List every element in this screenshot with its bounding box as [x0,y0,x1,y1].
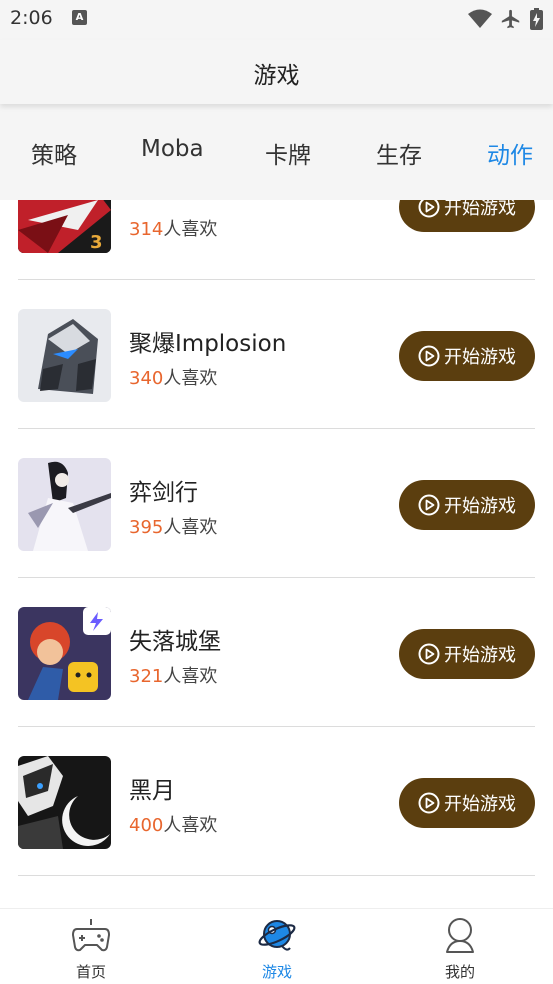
tab-action[interactable]: 动作 [487,136,533,170]
likes-suffix: 人喜欢 [163,219,218,240]
tab-cards[interactable]: 卡牌 [265,136,311,170]
profile-icon [446,918,474,953]
keyboard-notification-icon: A [72,10,87,25]
status-bar: 2:06 A [0,0,553,40]
gamepad-icon [72,919,110,952]
game-row: 失落城堡 321人喜欢 开始游戏 [0,578,553,727]
start-game-label: 开始游戏 [444,496,516,517]
start-game-button[interactable]: 开始游戏 [399,629,535,679]
play-circle-icon [418,200,440,218]
status-time: 2:06 [10,7,53,29]
game-thumbnail[interactable] [18,458,111,551]
game-likes: 314人喜欢 [129,215,217,241]
game-thumbnail[interactable] [18,756,111,849]
play-circle-icon [418,643,440,665]
bottom-nav: 首页 游戏 我的 [0,908,553,984]
game-name: 黑月 [129,778,175,804]
battery-charging-icon [530,8,543,30]
start-game-label: 开始游戏 [444,200,516,219]
row-divider [18,875,535,876]
play-circle-icon [418,792,440,814]
likes-suffix: 人喜欢 [163,815,218,836]
start-game-label: 开始游戏 [444,645,516,666]
nav-games-label: 游戏 [261,963,292,981]
likes-count: 400 [129,815,164,836]
start-game-label: 开始游戏 [444,794,516,815]
start-game-button[interactable]: 开始游戏 [399,480,535,530]
likes-suffix: 人喜欢 [163,517,218,538]
game-name: 弈剑行 [129,480,198,506]
game-name: 聚爆Implosion [129,331,287,357]
status-icons [468,6,543,32]
nav-home[interactable]: 首页 [31,909,151,984]
nav-profile[interactable]: 我的 [400,909,520,984]
game-thumbnail[interactable] [18,309,111,402]
game-likes: 400人喜欢 [129,811,217,837]
game-thumbnail[interactable] [18,607,111,700]
planet-icon [258,920,296,951]
svg-text:3: 3 [90,232,103,253]
game-row: 聚爆Implosion 340人喜欢 开始游戏 [0,280,553,429]
game-thumbnail[interactable]: 3 [18,200,111,253]
play-circle-icon [418,494,440,516]
tab-moba[interactable]: Moba [141,136,204,162]
likes-suffix: 人喜欢 [163,368,218,389]
play-circle-icon [418,345,440,367]
likes-count: 340 [129,368,164,389]
start-game-button[interactable]: 开始游戏 [399,200,535,232]
airplane-mode-icon [501,9,520,29]
tab-survival[interactable]: 生存 [376,136,422,170]
category-tabs: 策略 Moba 卡牌 生存 动作 [0,104,553,200]
wifi-icon [468,9,492,28]
nav-home-label: 首页 [75,963,106,981]
game-row: 黑月 400人喜欢 开始游戏 [0,727,553,876]
game-likes: 321人喜欢 [129,662,217,688]
tab-strategy[interactable]: 策略 [31,136,77,170]
likes-count: 395 [129,517,164,538]
likes-count: 314 [129,219,164,240]
likes-count: 321 [129,666,164,687]
game-likes: 395人喜欢 [129,513,217,539]
start-game-button[interactable]: 开始游戏 [399,331,535,381]
game-likes: 340人喜欢 [129,364,217,390]
app-header: 游戏 [0,40,553,104]
nav-games[interactable]: 游戏 [217,909,337,984]
game-row: 弈剑行 395人喜欢 开始游戏 [0,429,553,578]
game-row: 3 314人喜欢 开始游戏 [0,200,553,280]
start-game-label: 开始游戏 [444,347,516,368]
game-list[interactable]: 3 314人喜欢 开始游戏 聚爆Implosion 340人喜欢 开始游戏 弈剑… [0,200,553,908]
nav-profile-label: 我的 [444,963,475,981]
game-name: 失落城堡 [129,629,221,655]
page-title: 游戏 [253,63,300,89]
start-game-button[interactable]: 开始游戏 [399,778,535,828]
likes-suffix: 人喜欢 [163,666,218,687]
